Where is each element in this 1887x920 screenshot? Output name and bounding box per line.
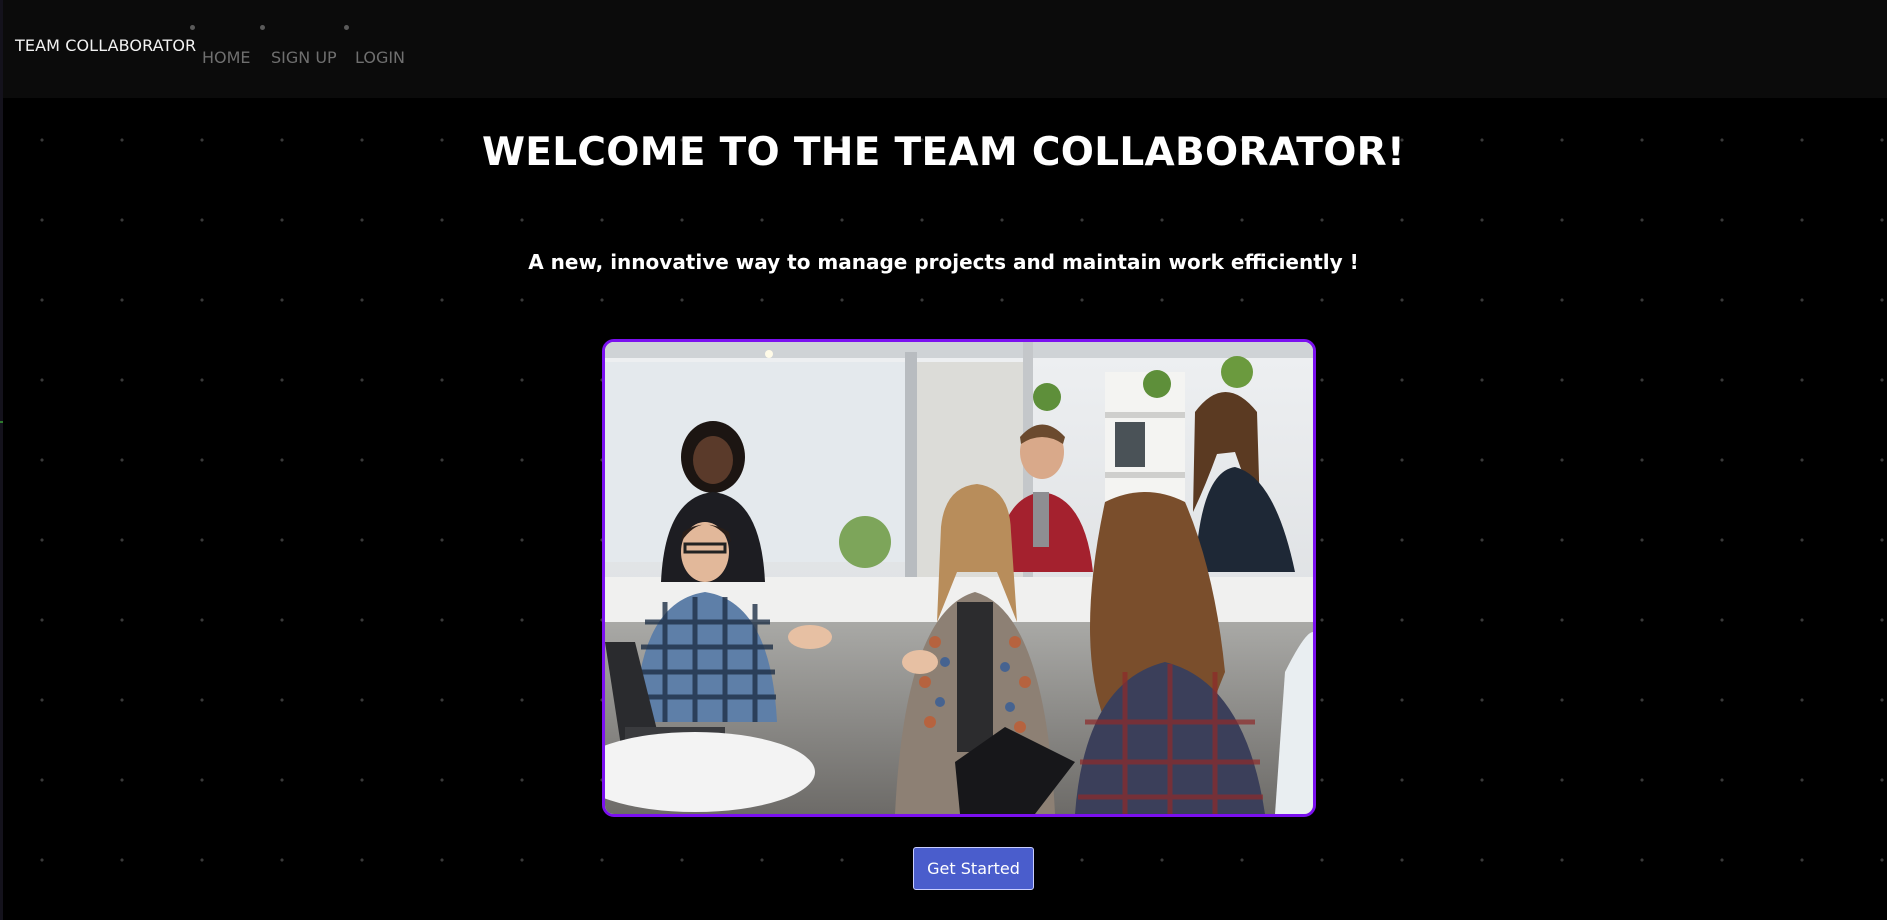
nav-link-sign-up[interactable]: SIGN UP <box>271 48 337 67</box>
edge-marker <box>0 421 3 423</box>
page: TEAM COLLABORATOR HOME SIGN UP LOGIN WEL… <box>0 0 1887 920</box>
nav-dot-home <box>190 25 195 30</box>
get-started-button[interactable]: Get Started <box>913 847 1034 890</box>
team-meeting-photo <box>605 342 1313 814</box>
nav-dot-signup <box>260 25 265 30</box>
nav-link-login[interactable]: LOGIN <box>355 48 405 67</box>
nav-link-home[interactable]: HOME <box>202 48 251 67</box>
nav-dot-login <box>344 25 349 30</box>
navbar: TEAM COLLABORATOR HOME SIGN UP LOGIN <box>3 0 1887 98</box>
tagline: A new, innovative way to manage projects… <box>528 250 1359 274</box>
brand-logo-text[interactable]: TEAM COLLABORATOR <box>15 36 196 55</box>
hero-image-frame <box>602 339 1316 817</box>
page-title: WELCOME TO THE TEAM COLLABORATOR! <box>481 130 1406 175</box>
